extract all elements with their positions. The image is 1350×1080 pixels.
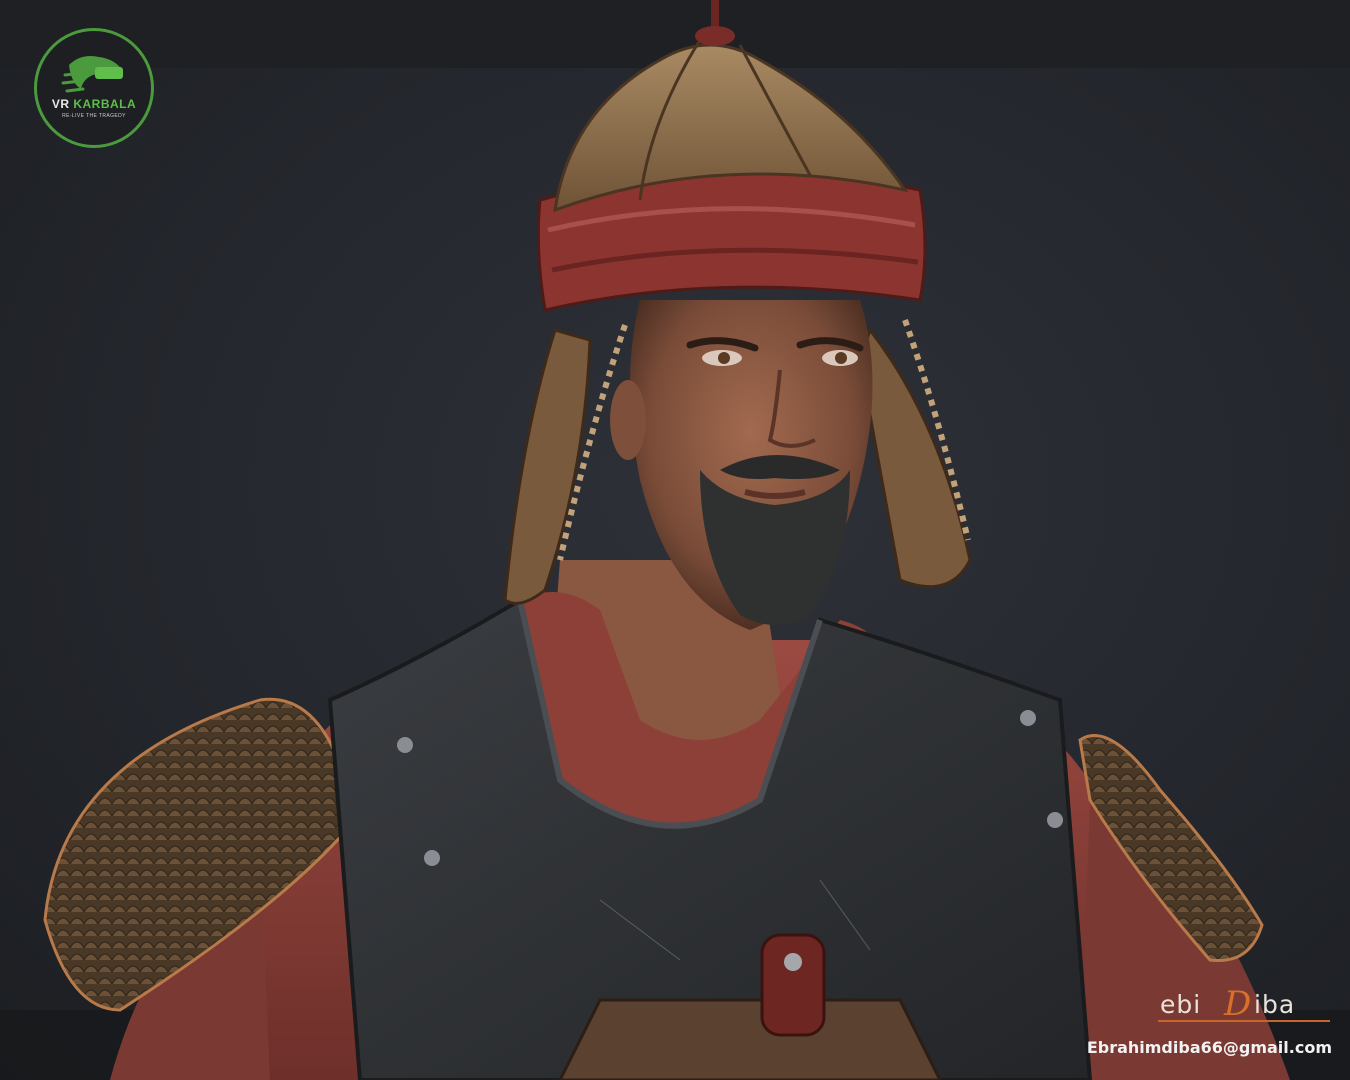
signature-part-1: ebi [1160,990,1202,1019]
vr-headset-face-icon [61,56,123,93]
soldier-bust-render [43,0,1290,1080]
signature-part-3: iba [1254,990,1296,1019]
vr-karbala-logo: VR KARBALA RE-LIVE THE TRAGEDY [34,28,154,148]
logo-title-karbala: KARBALA [73,97,137,111]
contact-email: Ebrahimdiba66@gmail.com [1086,1038,1332,1057]
logo-title: VR KARBALA [37,97,151,111]
signature-underline [1158,1020,1330,1022]
logo-title-vr: VR [51,97,74,111]
logo-tagline: RE-LIVE THE TRAGEDY [62,113,126,119]
signature-part-2: D [1224,984,1253,1024]
